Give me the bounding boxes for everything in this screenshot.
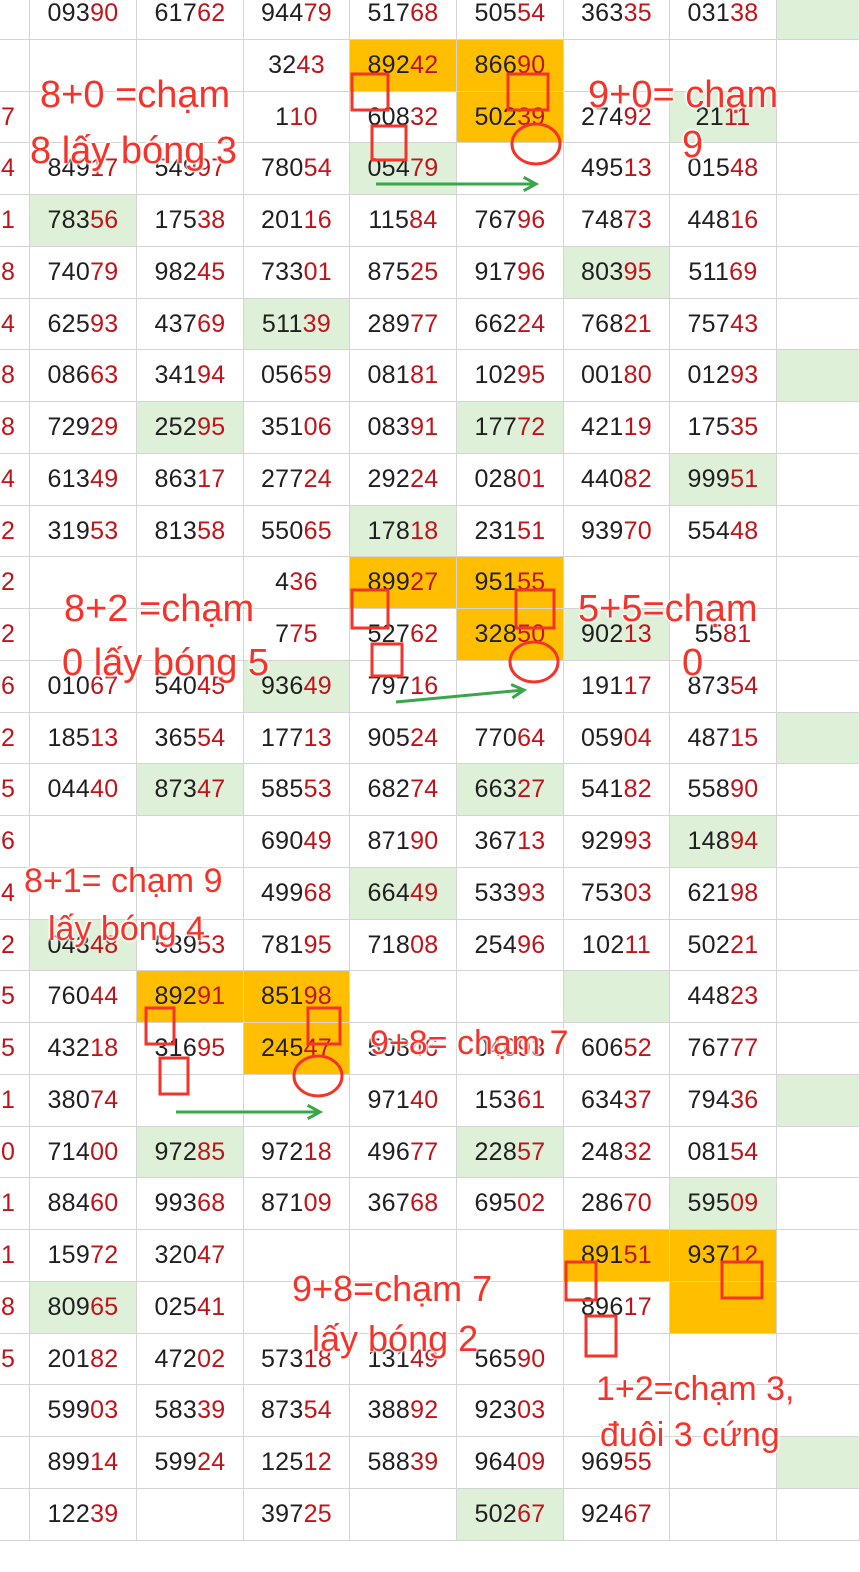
annotation-note: 1+2=chạm 3,: [596, 1370, 795, 1408]
highlight-circle: [508, 640, 560, 684]
annotation-note: lấy bóng 4: [48, 910, 205, 948]
arrow-line: [395, 688, 525, 704]
highlight-circle: [510, 122, 562, 166]
highlight-box: [306, 1006, 342, 1046]
annotation-note: 0 lấy bóng 5: [62, 642, 270, 684]
highlight-box: [514, 588, 556, 630]
annotation-note: 8+2 =chạm: [64, 588, 255, 630]
annotation-note: 8 lấy bóng 3: [30, 130, 238, 172]
highlight-box: [350, 72, 390, 112]
highlight-box: [144, 1006, 176, 1046]
annotation-note: 9+8= chạm 7: [370, 1024, 569, 1062]
highlight-box: [370, 124, 408, 162]
highlight-box: [584, 1314, 618, 1358]
annotation-note: 0: [682, 642, 704, 684]
highlight-box: [370, 642, 404, 678]
annotation-note: 9: [682, 124, 704, 166]
annotation-note: 8+0 =chạm: [40, 74, 231, 116]
annotation-note: 5+5=chạm: [578, 588, 758, 630]
highlight-box: [506, 72, 550, 112]
annotation-note: 8+1= chạm 9: [24, 862, 223, 900]
highlight-box: [720, 1260, 764, 1300]
highlight-box: [158, 1056, 190, 1096]
annotation-note: 9+0= chạm: [588, 74, 779, 116]
annotation-note: đuôi 3 cứng: [600, 1416, 780, 1454]
highlight-circle: [292, 1054, 344, 1098]
highlight-box: [350, 588, 390, 630]
annotation-note: 9+8=chạm 7: [292, 1268, 493, 1309]
annotation-note: lấy bóng 2: [312, 1318, 479, 1359]
highlight-box: [564, 1260, 598, 1302]
